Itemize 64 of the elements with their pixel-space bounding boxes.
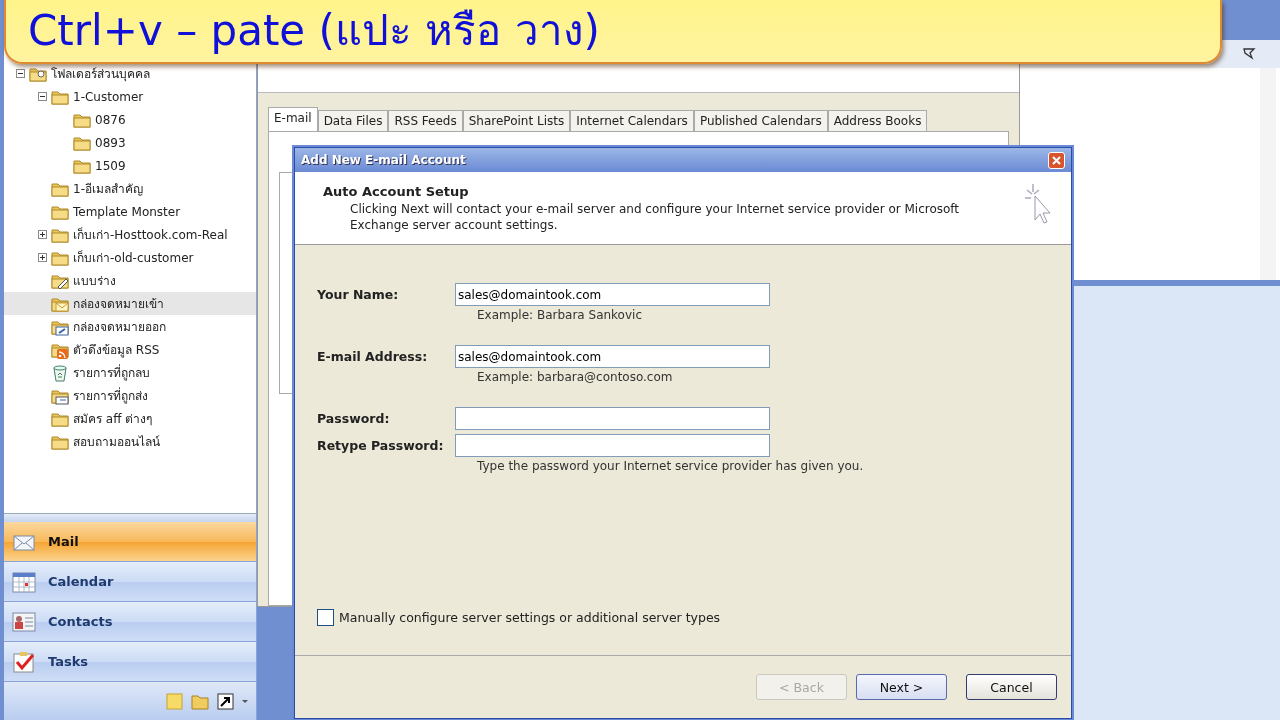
window-title: Add New E-mail Account bbox=[301, 153, 466, 167]
folder-item[interactable]: สมัคร aff ต่างๆ bbox=[4, 407, 256, 430]
flag-icon[interactable] bbox=[1242, 47, 1256, 61]
field-label: Retype Password: bbox=[317, 438, 445, 453]
note-icon bbox=[166, 692, 183, 710]
expand-icon bbox=[38, 230, 47, 239]
dropdown-caret-icon bbox=[242, 699, 248, 703]
input-field[interactable]: sales@domaintook.com bbox=[455, 345, 770, 368]
input-field[interactable] bbox=[455, 434, 770, 457]
calendar-icon bbox=[12, 569, 36, 594]
close-icon bbox=[1051, 154, 1062, 166]
tab[interactable]: Data Files bbox=[317, 110, 389, 132]
folder-item[interactable]: ตัวดึงข้อมูล RSS bbox=[4, 338, 256, 361]
scrollbar[interactable] bbox=[1260, 68, 1276, 280]
shortcut-icon bbox=[217, 692, 234, 710]
checkbox[interactable] bbox=[317, 609, 334, 626]
tab[interactable]: E-mail bbox=[268, 107, 318, 132]
folder-item[interactable]: 0876 bbox=[4, 108, 256, 131]
folder-icon bbox=[191, 692, 209, 710]
caption-text: Ctrl+v – pate (แปะ หรือ วาง) bbox=[27, 5, 600, 57]
dialog-button[interactable]: Cancel bbox=[966, 674, 1057, 700]
nav-button[interactable]: Tasks bbox=[4, 642, 256, 682]
folder-item[interactable]: 1509 bbox=[4, 154, 256, 177]
collapse-icon bbox=[16, 69, 25, 78]
folder-item[interactable]: 0893 bbox=[4, 131, 256, 154]
tab[interactable]: Published Calendars bbox=[693, 110, 828, 132]
folder-item[interactable]: 1-Customer bbox=[4, 85, 256, 108]
description-text: Clicking Next will contact your e-mail server and configure your Internet service provider or Microsoft Exchange server account settings. bbox=[349, 201, 961, 233]
nav-button[interactable]: Contacts bbox=[4, 602, 256, 642]
folder-item[interactable]: กล่องจดหมายออก bbox=[4, 315, 256, 338]
expand-icon bbox=[38, 253, 47, 262]
checkbox-label: Manually configure server settings or additional server types bbox=[339, 610, 721, 625]
field-label: Password: bbox=[317, 411, 391, 426]
hint-text: Type the password your Internet service provider has given you. bbox=[476, 459, 865, 475]
hint-text: Example: barbara@contoso.com bbox=[476, 370, 674, 386]
folder-item[interactable]: รายการที่ถูกลบ bbox=[4, 361, 256, 384]
input-field[interactable]: sales@domaintook.com bbox=[455, 283, 770, 306]
tab[interactable]: Address Books bbox=[827, 110, 928, 132]
tab[interactable]: SharePoint Lists bbox=[462, 110, 571, 132]
folder-item[interactable]: กล่องจดหมายเข้า bbox=[4, 292, 256, 315]
deleted-items-icon bbox=[51, 363, 69, 382]
folder-item[interactable]: รายการที่ถูกส่ง bbox=[4, 384, 256, 407]
field-label: Your Name: bbox=[317, 287, 400, 302]
folder-item[interactable]: สอบถามออนไลน์ bbox=[4, 430, 256, 453]
dialog-button[interactable]: Next > bbox=[856, 674, 947, 700]
tab[interactable]: Internet Calendars bbox=[570, 110, 694, 132]
folder-item[interactable]: โฟลเดอร์ส่วนบุคคล bbox=[4, 62, 256, 85]
section-heading: Auto Account Setup bbox=[323, 184, 470, 199]
tab[interactable]: RSS Feeds bbox=[388, 110, 463, 132]
field-label: E-mail Address: bbox=[317, 349, 429, 364]
folder-item[interactable]: แบบร่าง bbox=[4, 269, 256, 292]
pane-splitter[interactable] bbox=[4, 513, 256, 522]
folder-item[interactable]: Template Monster bbox=[4, 200, 256, 223]
nav-button[interactable]: Mail bbox=[4, 522, 256, 562]
nav-button[interactable]: Calendar bbox=[4, 562, 256, 602]
close-button[interactable] bbox=[1048, 151, 1065, 169]
folder-item[interactable]: เก็บเก่า-old-customer bbox=[4, 246, 256, 269]
hint-text: Example: Barbara Sankovic bbox=[476, 308, 643, 324]
folder-item[interactable]: เก็บเก่า-Hosttook.com-Real bbox=[4, 223, 256, 246]
task-checklist-icon bbox=[12, 649, 36, 674]
folder-item[interactable]: 1-อีเมลสำคัญ bbox=[4, 177, 256, 200]
collapse-icon bbox=[38, 92, 47, 101]
input-field[interactable] bbox=[455, 407, 770, 430]
contact-card-icon bbox=[12, 609, 36, 634]
